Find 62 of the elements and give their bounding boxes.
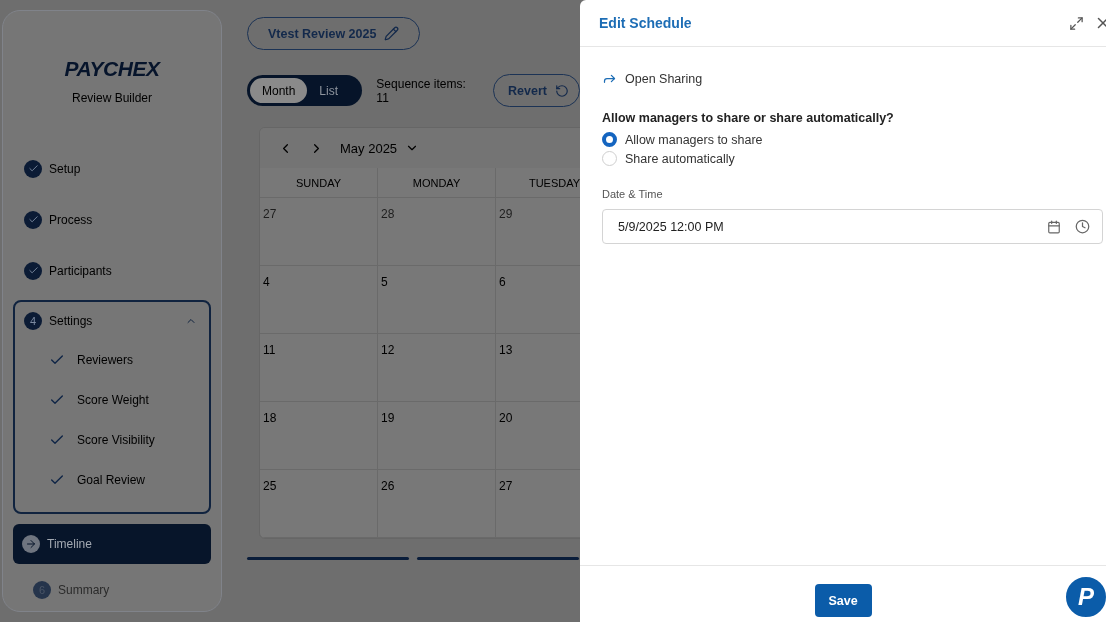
expand-icon[interactable] [1069,15,1084,31]
date-time-value: 5/9/2025 12:00 PM [618,219,725,234]
clock-icon[interactable] [1075,219,1090,234]
step-label: Setup [49,161,81,176]
sidebar-step[interactable]: Participants [13,245,211,296]
day-number: 6 [499,275,506,289]
step-label: Summary [58,582,110,597]
step-label: Process [49,212,93,227]
day-number: 18 [263,411,277,425]
sidebar-step-active[interactable]: Timeline [13,524,211,564]
save-button[interactable]: Save [814,584,872,617]
sidebar-step[interactable]: Process [13,194,211,245]
day-number: 12 [381,343,395,357]
arrow-right-icon [22,535,40,553]
day-number: 27 [499,479,513,493]
check-icon [24,261,42,280]
day-number: 5 [381,275,388,289]
pencil-icon [384,26,400,41]
substep-label: Score Weight [77,393,149,407]
sidebar-substep[interactable]: Reviewers [15,340,209,380]
sidebar-substep[interactable]: Score Visibility [15,420,209,460]
question-text: Allow managers to share or share automatically? [602,111,895,125]
check-icon [24,159,42,178]
logo: PAYCHEX [64,57,160,81]
weekday-header: MONDAY [378,168,496,198]
view-tab[interactable]: Month [250,78,308,103]
day-number: 20 [499,411,513,425]
dialog-title: Edit Schedule [599,15,693,31]
undo-icon [555,83,569,98]
step-label: Settings [49,314,94,328]
sidebar-substep[interactable]: Goal Review [15,460,209,500]
day-number: 26 [381,479,395,493]
view-tab[interactable]: List [307,78,351,103]
day-number: 19 [381,411,395,425]
day-number: 29 [499,207,513,221]
sidebar-substep[interactable]: Score Weight [15,380,209,420]
weekday-header: SUNDAY [260,168,378,198]
sequence-count: Sequence items: 11 [376,76,467,105]
date-time-field[interactable]: 5/9/2025 12:00 PM [602,209,1103,244]
day-number: 4 [263,275,270,289]
day-number: 11 [263,343,276,357]
radio-option[interactable]: Allow managers to share [602,132,1106,147]
field-label: Date & Time [602,188,664,200]
substep-label: Score Visibility [77,433,155,447]
substep-label: Goal Review [77,473,146,487]
day-number: 28 [381,207,395,221]
step-number: 4 [24,312,42,330]
sidebar-step[interactable]: 4 Settings [15,302,209,340]
check-icon [24,210,42,229]
step-label: Participants [49,263,112,278]
calendar-icon[interactable] [1047,219,1061,234]
day-number: 25 [263,479,277,493]
sidebar-step[interactable]: Setup [13,143,211,194]
day-number: 27 [263,207,277,221]
section-title: Open Sharing [625,71,703,86]
substep-label: Reviewers [77,353,133,367]
step-label: Timeline [47,537,92,551]
month-picker[interactable]: May 2025 [340,140,420,156]
radio-button[interactable] [602,132,617,147]
day-number: 13 [499,343,513,357]
app-subtitle: Review Builder [71,91,152,105]
radio-option[interactable]: Share automatically [602,151,1106,166]
